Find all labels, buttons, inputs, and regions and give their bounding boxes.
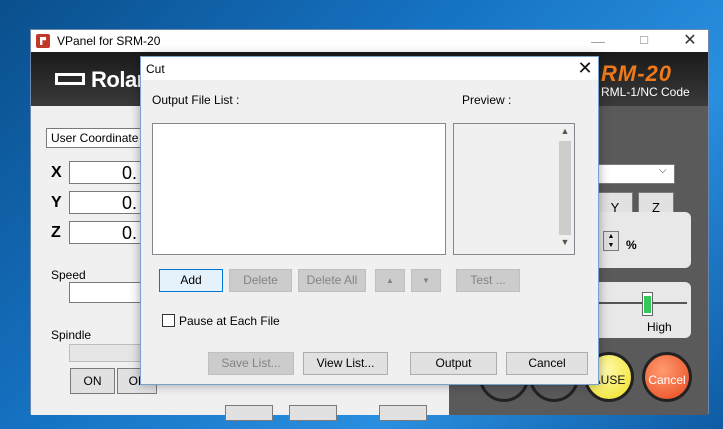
speed-slider-thumb[interactable]	[642, 292, 653, 316]
output-file-listbox[interactable]	[152, 123, 446, 255]
output-button[interactable]: Output	[410, 352, 497, 375]
view-list-button[interactable]: View List...	[303, 352, 388, 375]
cancel-button[interactable]: Cancel	[506, 352, 588, 375]
axis-z-label: Z	[51, 224, 61, 241]
scroll-down-icon[interactable]: ▼	[556, 237, 574, 251]
vpanel-titlebar: VPanel for SRM-20 — ☐ ✕	[31, 30, 708, 52]
move-up-button[interactable]: ▲	[375, 269, 405, 292]
test-button[interactable]: Test ...	[456, 269, 520, 292]
add-button[interactable]: Add	[159, 269, 223, 292]
spindle-label: Spindle	[51, 328, 92, 342]
axis-x-label: X	[51, 164, 62, 181]
speed-label: Speed	[51, 268, 86, 282]
dialog-title: Cut	[146, 62, 165, 76]
close-icon[interactable]: ✕	[575, 58, 595, 79]
bottom-button-2[interactable]	[289, 405, 337, 421]
cut-dialog-titlebar: Cut ✕	[141, 57, 598, 80]
window-title: VPanel for SRM-20	[57, 34, 161, 48]
pause-each-file-checkbox[interactable]	[162, 314, 175, 327]
move-down-button[interactable]: ▼	[411, 269, 441, 292]
model-name: RM-20	[601, 61, 673, 86]
high-label: High	[647, 320, 672, 334]
speed-slider-panel	[591, 282, 691, 338]
cut-dialog: Cut ✕ Output File List : Preview : ▲ ▼ A…	[140, 56, 599, 385]
model-subtitle: RML-1/NC Code	[601, 85, 690, 99]
maximize-icon[interactable]: ☐	[621, 30, 667, 52]
delete-button[interactable]: Delete	[229, 269, 292, 292]
pause-each-file-label[interactable]: Pause at Each File	[179, 314, 280, 328]
preview-label: Preview :	[462, 93, 512, 107]
minimize-icon[interactable]: —	[575, 30, 621, 52]
chevron-down-icon: ⌵	[659, 165, 667, 176]
close-icon[interactable]: ✕	[667, 30, 713, 52]
save-list-button[interactable]: Save List...	[208, 352, 294, 375]
percent-label: %	[626, 238, 637, 252]
output-file-list-label: Output File List :	[152, 93, 240, 107]
brand-logo: Rolan	[91, 67, 150, 92]
override-spinner[interactable]: ▲ ▼	[603, 231, 619, 251]
spindle-on-button[interactable]: ON	[70, 368, 115, 394]
app-icon	[36, 34, 50, 48]
cancel-round-button[interactable]: Cancel	[642, 352, 692, 402]
bottom-button-1[interactable]	[225, 405, 273, 421]
scroll-up-icon[interactable]: ▲	[556, 126, 574, 140]
axis-y-label: Y	[51, 194, 62, 211]
bottom-button-3[interactable]	[379, 405, 427, 421]
scroll-thumb[interactable]	[559, 141, 571, 235]
delete-all-button[interactable]: Delete All	[298, 269, 366, 292]
